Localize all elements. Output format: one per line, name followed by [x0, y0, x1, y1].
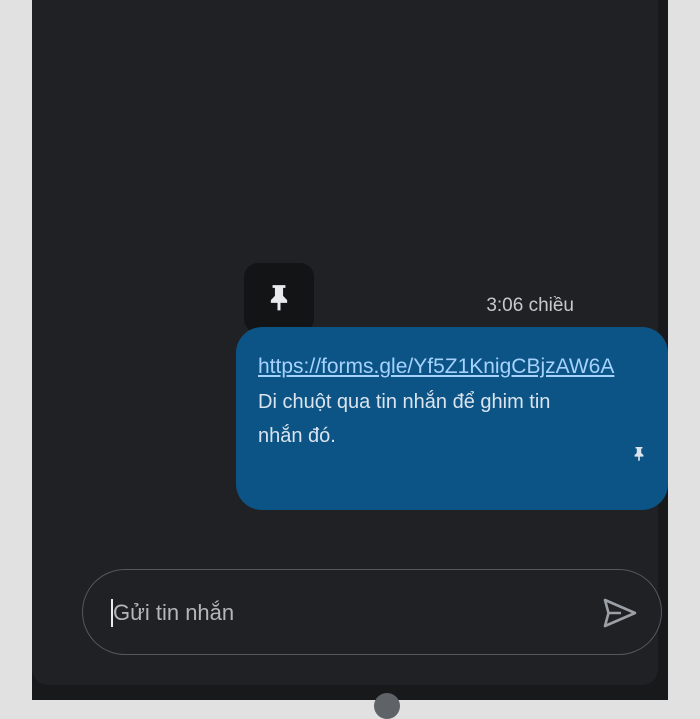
pin-hint-text: Di chuột qua tin nhắn để ghim tin nhắn đ… — [258, 391, 551, 447]
send-button[interactable] — [601, 594, 639, 632]
message-link[interactable]: https://forms.gle/Yf5Z1KnigCBjzAW6A — [258, 349, 632, 384]
pin-message-button[interactable] — [244, 263, 314, 333]
message-composer — [82, 569, 662, 655]
pin-icon — [634, 447, 644, 461]
scroll-indicator — [374, 693, 400, 719]
text-caret — [111, 599, 113, 627]
message-timestamp: 3:06 chiều — [486, 295, 574, 316]
message-bubble[interactable]: https://forms.gle/Yf5Z1KnigCBjzAW6A Di c… — [236, 327, 668, 510]
pin-icon — [270, 285, 288, 311]
chat-panel: 3:06 chiều https://forms.gle/Yf5Z1KnigCB… — [32, 0, 668, 685]
message-input[interactable] — [111, 592, 585, 634]
send-icon — [603, 598, 637, 628]
